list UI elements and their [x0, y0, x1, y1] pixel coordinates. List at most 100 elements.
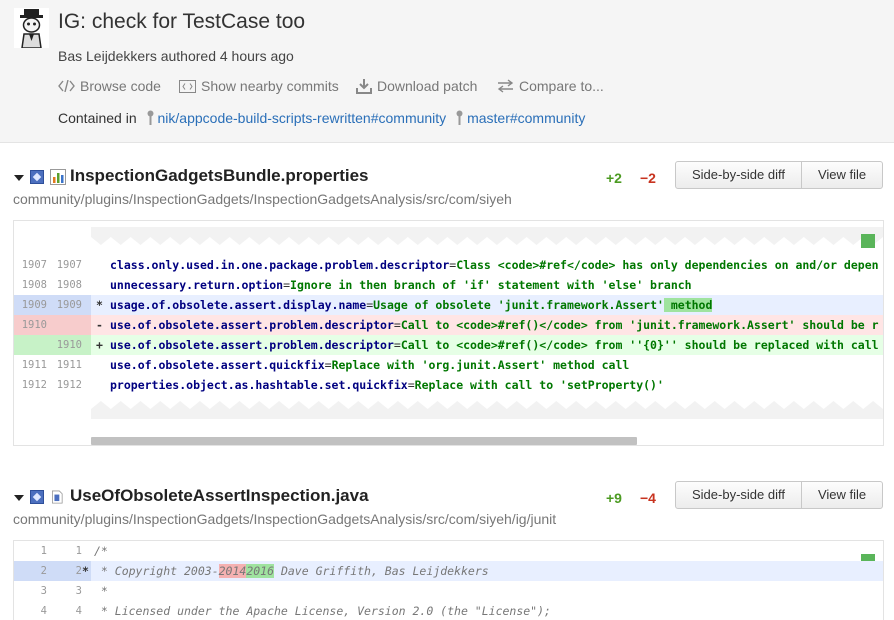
ref-link-appcode[interactable]: nik/appcode-build-scripts-rewritten#comm…	[158, 110, 447, 126]
lines-added-count: +2	[606, 170, 622, 186]
side-by-side-diff-button[interactable]: Side-by-side diff	[676, 162, 801, 188]
avatar[interactable]	[14, 8, 49, 48]
old-line-number: 3	[40, 585, 47, 597]
branch-icon	[147, 110, 154, 126]
code-icon	[58, 80, 75, 92]
code-text: class.only.used.in.one.package.problem.d…	[110, 255, 879, 275]
equals-sign: =	[283, 278, 291, 292]
old-line-number: 1910	[21, 319, 47, 331]
change-marker	[861, 234, 875, 248]
code-prefix: * Copyright 2003-	[94, 564, 219, 578]
compare-to-label: Compare to...	[519, 78, 604, 94]
code-text: use.of.obsolete.assert.problem.descripto…	[110, 335, 879, 355]
diff-line-deleted: 1910 - use.of.obsolete.assert.problem.de…	[14, 315, 883, 335]
collapsed-lines-top[interactable]	[91, 227, 883, 245]
branch-icon	[456, 110, 463, 126]
download-patch-link[interactable]: Download patch	[356, 78, 477, 94]
file-actions: Side-by-side diff View file	[675, 161, 884, 189]
diff-line-modified: 1909 1909 * usage.of.obsolete.assert.dis…	[14, 295, 883, 315]
equals-sign: =	[393, 338, 401, 352]
diff-line: 1912 1912 properties.object.as.hashtable…	[14, 375, 883, 395]
show-nearby-commits-link[interactable]: Show nearby commits	[179, 78, 339, 94]
diff-line: 1 1 /*	[14, 541, 883, 561]
collapse-caret-icon[interactable]	[14, 175, 24, 181]
new-line-number: 1912	[56, 379, 82, 391]
properties-file-icon	[50, 169, 66, 185]
file-path: community/plugins/InspectionGadgets/Insp…	[13, 191, 512, 207]
file-actions: Side-by-side diff View file	[675, 481, 884, 509]
commit-title: IG: check for TestCase too	[58, 10, 306, 33]
change-mark: *	[96, 298, 103, 312]
old-line-number: 1907	[21, 259, 47, 271]
equals-sign: =	[393, 318, 401, 332]
ref-link-master[interactable]: master#community	[467, 110, 585, 126]
diff-line: 1911 1911 use.of.obsolete.assert.quickfi…	[14, 355, 883, 375]
lines-removed-count: −4	[640, 490, 656, 506]
old-line-number: 2	[40, 565, 47, 577]
browse-code-label: Browse code	[80, 78, 161, 94]
new-line-number: 3	[75, 585, 82, 597]
diff-panel: 1 1 /* 2 2 * * Copyright 2003-20142016 D…	[13, 540, 884, 620]
file-name[interactable]: UseOfObsoleteAssertInspection.java	[70, 486, 369, 506]
diff-line: 3 3 *	[14, 581, 883, 601]
module-icon	[30, 490, 44, 504]
property-value: Replace with call to 'setProperty()'	[414, 378, 664, 392]
equals-sign: =	[407, 378, 415, 392]
old-line-number: 1909	[21, 299, 47, 311]
property-value: Class <code>#ref</code> has only depende…	[456, 258, 879, 272]
lines-added-count: +9	[606, 490, 622, 506]
view-file-button[interactable]: View file	[800, 162, 882, 188]
module-icon	[30, 170, 44, 184]
code-text: use.of.obsolete.assert.problem.descripto…	[110, 315, 879, 335]
property-value: Call to <code>#ref()</code> from ''{0}''…	[400, 338, 879, 352]
change-mark: -	[96, 318, 103, 332]
new-line-number: 2	[75, 565, 82, 577]
property-value: Replace with 'org.junit.Assert' method c…	[331, 358, 630, 372]
new-line-number: 1907	[56, 259, 82, 271]
equals-sign: =	[324, 358, 332, 372]
property-key: use.of.obsolete.assert.problem.descripto…	[110, 318, 394, 332]
java-file-icon	[52, 490, 63, 504]
view-file-button[interactable]: View file	[800, 482, 882, 508]
collapse-caret-icon[interactable]	[14, 495, 24, 501]
file-name[interactable]: InspectionGadgetsBundle.properties	[70, 166, 369, 186]
code-text: /*	[94, 544, 108, 558]
diff-line: 1908 1908 unnecessary.return.option=Igno…	[14, 275, 883, 295]
commits-icon	[179, 79, 196, 93]
contained-in-label: Contained in	[58, 110, 137, 126]
code-text: * Licensed under the Apache License, Ver…	[94, 604, 551, 618]
commit-header: IG: check for TestCase too Bas Leijdekke…	[0, 0, 894, 143]
compare-arrows-icon	[497, 79, 514, 93]
code-text: properties.object.as.hashtable.set.quick…	[110, 375, 664, 395]
property-key: properties.object.as.hashtable.set.quick…	[110, 378, 408, 392]
property-key: use.of.obsolete.assert.problem.descripto…	[110, 338, 394, 352]
diff-line: 1907 1907 class.only.used.in.one.package…	[14, 255, 883, 275]
side-by-side-diff-button[interactable]: Side-by-side diff	[676, 482, 801, 508]
code-text: use.of.obsolete.assert.quickfix=Replace …	[110, 355, 629, 375]
removed-fragment: 2014	[218, 564, 247, 578]
browse-code-link[interactable]: Browse code	[58, 78, 161, 94]
diff-line-added: 1910 + use.of.obsolete.assert.problem.de…	[14, 335, 883, 355]
property-value: Call to <code>#ref()</code> from 'junit.…	[400, 318, 879, 332]
property-key: class.only.used.in.one.package.problem.d…	[110, 258, 450, 272]
code-suffix: Dave Griffith, Bas Leijdekkers	[274, 564, 489, 578]
old-line-number: 1908	[21, 279, 47, 291]
new-line-number: 1908	[56, 279, 82, 291]
collapsed-lines-bottom[interactable]	[91, 401, 883, 419]
property-key: use.of.obsolete.assert.quickfix	[110, 358, 325, 372]
property-key: unnecessary.return.option	[110, 278, 284, 292]
added-fragment: 2016	[246, 564, 275, 578]
horizontal-scrollbar[interactable]	[91, 437, 637, 445]
show-nearby-commits-label: Show nearby commits	[201, 78, 339, 94]
download-patch-label: Download patch	[377, 78, 478, 94]
diff-line: 4 4 * Licensed under the Apache License,…	[14, 601, 883, 620]
code-text: *	[94, 584, 108, 598]
file-header: InspectionGadgetsBundle.properties commu…	[0, 161, 894, 219]
diff-panel: 1907 1907 class.only.used.in.one.package…	[13, 220, 884, 446]
new-line-number: 1909	[56, 299, 82, 311]
new-line-number: 1	[75, 545, 82, 557]
old-line-number: 1911	[21, 359, 47, 371]
file-header: UseOfObsoleteAssertInspection.java commu…	[0, 481, 894, 539]
lines-removed-count: −2	[640, 170, 656, 186]
compare-to-link[interactable]: Compare to...	[497, 78, 604, 94]
